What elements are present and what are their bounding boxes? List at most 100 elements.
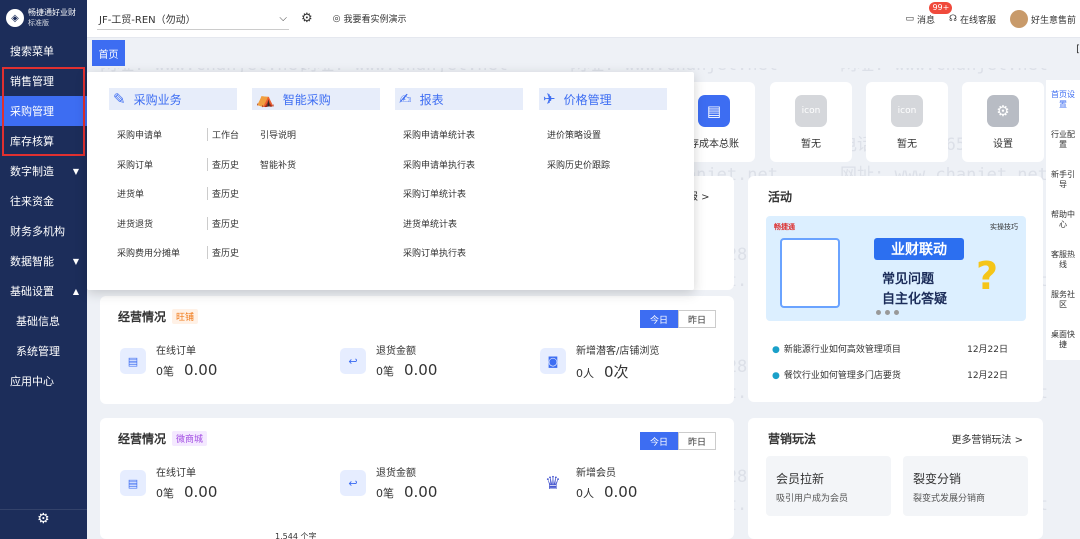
- quick-tile-label: 存成本总账: [689, 138, 739, 150]
- menu-item-extra[interactable]: 查历史: [207, 246, 239, 259]
- sidebar-item[interactable]: 搜索菜单: [0, 36, 87, 66]
- online-service-button[interactable]: ☊ 在线客服: [949, 13, 996, 26]
- chevron-down-icon: ▼: [72, 166, 79, 176]
- sidebar-item[interactable]: 库存核算: [0, 126, 87, 156]
- order-icon: ▤: [120, 348, 146, 374]
- marketing-item[interactable]: 裂变分销 裂变式发展分销商: [903, 456, 1028, 516]
- menu-item[interactable]: 智能补货: [260, 158, 296, 171]
- purchase-menu-dropdown: ✎ 采购业务 采购申请单 工作台 采购订单 查历史 进货单 查历史 进货退货 查历史 采购费用分摊单…: [87, 72, 694, 290]
- menu-item[interactable]: 采购历史价跟踪: [547, 158, 610, 171]
- menu-item[interactable]: 采购订单: [117, 158, 153, 171]
- menu-item-extra[interactable]: 工作台: [207, 128, 239, 141]
- metric-text: 在线订单 0笔 0.00: [156, 464, 217, 501]
- user-menu[interactable]: 好生意售前: [1009, 10, 1076, 28]
- sidebar-item[interactable]: 往来资金: [0, 186, 87, 216]
- yesterday-button[interactable]: 昨日: [678, 310, 716, 328]
- right-panel-item[interactable]: 桌面快捷: [1046, 320, 1080, 360]
- right-panel-item[interactable]: 服务社区: [1046, 280, 1080, 320]
- menu-item[interactable]: 采购申请单: [117, 128, 162, 141]
- right-panel-item[interactable]: 首页设置: [1046, 80, 1080, 120]
- date-toggle: 今日 昨日: [640, 432, 716, 450]
- sidebar-item-label: 搜索菜单: [10, 45, 54, 58]
- sidebar-item[interactable]: 数据智能 ▼: [0, 246, 87, 276]
- today-button[interactable]: 今日: [640, 432, 678, 450]
- demo-link[interactable]: ◎ 我要看实例演示: [333, 12, 407, 26]
- sidebar-item[interactable]: 应用中心: [0, 366, 87, 396]
- sidebar-item[interactable]: 财务多机构: [0, 216, 87, 246]
- menu-item-extra[interactable]: 查历史: [207, 187, 239, 200]
- chevron-down-icon: ⌵: [279, 12, 287, 24]
- quick-tile[interactable]: icon 暂无: [866, 82, 948, 162]
- metric-value: 0笔 0.00: [376, 483, 437, 501]
- metric-value: 0笔 0.00: [156, 483, 217, 501]
- right-panel-item[interactable]: 行业配置: [1046, 120, 1080, 160]
- tab-home[interactable]: 首页: [92, 40, 125, 66]
- quick-tile[interactable]: icon 暂无: [770, 82, 852, 162]
- right-panel-item[interactable]: 客服热线: [1046, 240, 1080, 280]
- menu-item-extra[interactable]: 查历史: [207, 157, 239, 171]
- quick-tile[interactable]: ⚙ 设置: [962, 82, 1044, 162]
- account-select[interactable]: JF-工贸-REN（勿动） ⌵: [97, 8, 289, 30]
- metric-count: 0笔: [376, 487, 394, 500]
- activity-title: 活动: [768, 190, 793, 204]
- sidebar-item[interactable]: 基础设置 ▲: [0, 276, 87, 306]
- today-button[interactable]: 今日: [640, 310, 678, 328]
- sidebar: ◈ 畅捷通好业财 标准版 搜索菜单销售管理 采购管理 库存核算 数字制造 ▼ 往来资金财务…: [0, 0, 87, 539]
- menu-item[interactable]: 采购订单执行表: [403, 246, 466, 259]
- news-item[interactable]: ● 新能源行业如何高效管理项目 12月22日: [772, 342, 1008, 355]
- right-panel-item[interactable]: 新手引导: [1046, 160, 1080, 200]
- price-icon: ✈: [543, 90, 556, 108]
- sidebar-item[interactable]: 销售管理: [0, 66, 87, 96]
- business-card-mall: 经营情况 微商城 今日 昨日 ▤ 在线订单 0笔 0.00 ↩ 退货金额 0笔 0.00 ♛ 新增会员 0人…: [100, 418, 734, 539]
- metric-amount: 0次: [604, 363, 629, 381]
- metric-value: 0人 0次: [576, 361, 659, 382]
- metric-count: 0笔: [376, 365, 394, 378]
- news-title: ● 新能源行业如何高效管理项目: [772, 342, 901, 355]
- menu-item-extra[interactable]: 查历史: [207, 216, 239, 230]
- menu-item[interactable]: 进货单: [117, 187, 144, 200]
- crown-icon: ♛: [544, 472, 562, 494]
- sidebar-item-label: 基础信息: [16, 315, 60, 328]
- settings-gear-icon[interactable]: ⚙: [37, 511, 50, 527]
- marketing-item-desc: 裂变式发展分销商: [913, 494, 986, 504]
- activity-banner[interactable]: 畅捷通 实操技巧 业财联动 常见问题 自主化答疑 ?: [766, 216, 1026, 321]
- metric-count: 0人: [576, 487, 594, 500]
- sidebar-item[interactable]: 基础信息: [0, 306, 87, 336]
- marketing-more-link[interactable]: 更多营销玩法 >: [951, 431, 1023, 446]
- marketing-item[interactable]: 会员拉新 吸引用户成为会员: [766, 456, 891, 516]
- expand-icon[interactable]: [: [1076, 44, 1080, 55]
- news-item[interactable]: ● 餐饮行业如何管理多门店要货 12月22日: [772, 368, 1008, 381]
- quick-tile-label: 设置: [993, 138, 1013, 150]
- sidebar-item[interactable]: 采购管理: [0, 96, 87, 126]
- menu-item[interactable]: 引导说明: [260, 128, 296, 141]
- metric: ▤ 在线订单 0笔 0.00: [120, 342, 217, 379]
- account-gear-icon[interactable]: ⚙: [301, 11, 313, 26]
- menu-item[interactable]: 进货退货: [117, 217, 153, 230]
- carousel-dots[interactable]: [876, 310, 899, 315]
- menu-item[interactable]: 采购申请单执行表: [403, 158, 475, 171]
- brand: ◈ 畅捷通好业财 标准版: [0, 0, 87, 36]
- menu-item[interactable]: 进货单统计表: [403, 217, 457, 230]
- news-date: 12月22日: [967, 345, 1008, 355]
- menu-item[interactable]: 采购费用分摊单: [117, 246, 180, 259]
- visitor-icon: ◙: [540, 348, 566, 374]
- section-title-text: 经营情况: [118, 432, 167, 446]
- banner-line1: 业财联动: [874, 238, 964, 260]
- banner-brand: 畅捷通: [774, 223, 795, 231]
- sidebar-item[interactable]: 数字制造 ▼: [0, 156, 87, 186]
- menu-item[interactable]: 进价策略设置: [547, 128, 601, 141]
- sidebar-item-label: 财务多机构: [10, 225, 65, 238]
- menu-item[interactable]: 采购申请单统计表: [403, 128, 475, 141]
- menu-column: ✍ 报表: [395, 88, 523, 110]
- brand-edition: 标准版: [28, 19, 49, 27]
- clipboard-illustration: [780, 238, 840, 308]
- demo-label: 我要看实例演示: [343, 15, 407, 25]
- metric-value: 0笔 0.00: [156, 361, 217, 379]
- business-card-shop: 经营情况 旺铺 今日 昨日 ▤ 在线订单 0笔 0.00 ↩ 退货金额 0笔 0.00 ◙ 新增潜客/店铺…: [100, 296, 734, 404]
- menu-item[interactable]: 采购订单统计表: [403, 187, 466, 200]
- yesterday-button[interactable]: 昨日: [678, 432, 716, 450]
- messages-button[interactable]: ▭ 消息 99+: [905, 1, 953, 26]
- right-panel-item[interactable]: 帮助中心: [1046, 200, 1080, 240]
- sidebar-item[interactable]: 系统管理: [0, 336, 87, 366]
- metric-amount: 0.00: [404, 361, 438, 379]
